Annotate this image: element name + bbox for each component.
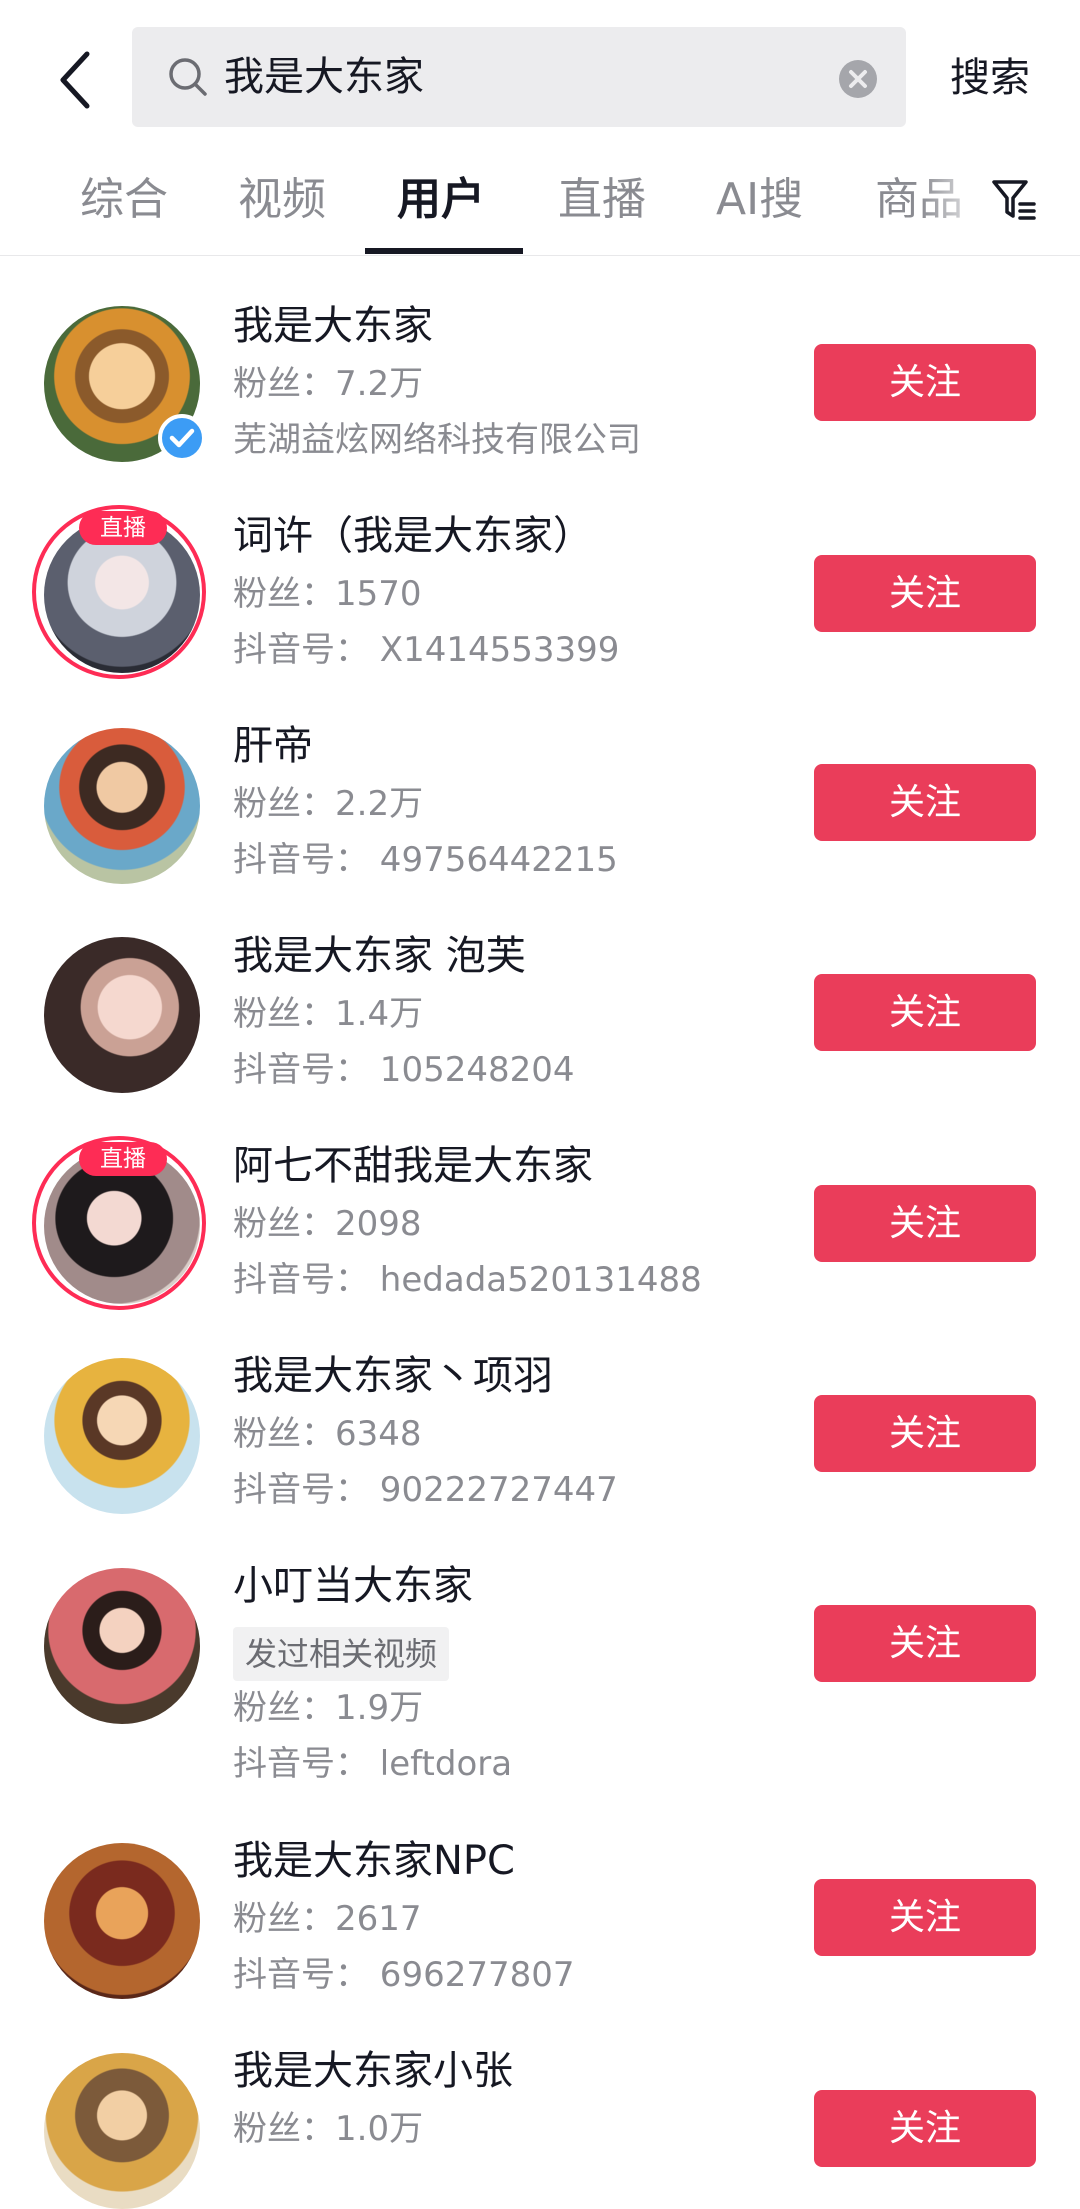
fans-count: 粉丝：2098	[233, 1204, 422, 1244]
tab-all[interactable]: 综合	[80, 152, 168, 255]
list-item[interactable]: 我是大东家NPC 粉丝：2617 抖音号： 696277807 关注	[0, 1791, 1080, 2001]
avatar[interactable]	[44, 1358, 200, 1514]
user-name: 我是大东家	[233, 303, 433, 349]
user-name: 小叮当大东家	[233, 1563, 473, 1609]
list-item[interactable]: 我是大东家 粉丝：7.2万 芜湖益炫网络科技有限公司 关注	[0, 256, 1080, 466]
fans-count: 粉丝：1570	[233, 574, 422, 614]
live-badge: 直播	[79, 1142, 167, 1176]
user-name: 我是大东家丶项羽	[233, 1353, 553, 1399]
back-button[interactable]	[40, 40, 110, 120]
user-name: 我是大东家 泡芙	[233, 933, 526, 979]
follow-button[interactable]: 关注	[814, 974, 1036, 1051]
user-name: 肝帝	[233, 723, 313, 769]
active-tab-indicator	[365, 248, 523, 254]
list-item[interactable]: 肝帝 粉丝：2.2万 抖音号： 49756442215 关注	[0, 676, 1080, 886]
fans-count: 粉丝：1.4万	[233, 994, 424, 1034]
user-detail: 抖音号： 90222727447	[233, 1470, 618, 1510]
avatar[interactable]	[44, 2053, 200, 2209]
fans-count: 粉丝：7.2万	[233, 364, 424, 404]
follow-button[interactable]: 关注	[814, 344, 1036, 421]
clear-icon[interactable]	[838, 59, 878, 99]
filter-icon[interactable]	[990, 176, 1038, 224]
user-detail: 抖音号： 696277807	[233, 1955, 575, 1995]
user-detail: 芜湖益炫网络科技有限公司	[233, 420, 641, 460]
follow-button[interactable]: 关注	[814, 1605, 1036, 1682]
user-detail: 抖音号： 105248204	[233, 1050, 575, 1090]
tab-bar: 综合 视频 用户 直播 AI搜 商品	[0, 152, 1080, 256]
follow-button[interactable]: 关注	[814, 1879, 1036, 1956]
list-item[interactable]: 直播 词许（我是大东家） 粉丝：1570 抖音号： X1414553399 关注	[0, 466, 1080, 679]
fans-count: 粉丝：2.2万	[233, 784, 424, 824]
fans-count: 粉丝：2617	[233, 1899, 422, 1939]
list-item[interactable]: 我是大东家小张 粉丝：1.0万 关注	[0, 2001, 1080, 2209]
tab-users[interactable]: 用户	[397, 152, 485, 255]
fans-count: 粉丝：1.9万	[233, 1688, 424, 1728]
user-name: 词许（我是大东家）	[233, 513, 593, 559]
search-input[interactable]: 我是大东家	[224, 27, 424, 127]
list-item[interactable]: 小叮当大东家 发过相关视频 粉丝：1.9万 抖音号： leftdora 关注	[0, 1516, 1080, 1784]
list-item[interactable]: 直播 阿七不甜我是大东家 粉丝：2098 抖音号： hedada52013148…	[0, 1096, 1080, 1310]
tab-live[interactable]: 直播	[558, 152, 646, 255]
avatar[interactable]	[44, 937, 200, 1093]
list-item[interactable]: 我是大东家 泡芙 粉丝：1.4万 抖音号： 105248204 关注	[0, 886, 1080, 1096]
search-bar[interactable]: 我是大东家	[132, 27, 906, 127]
search-button[interactable]: 搜索	[950, 30, 1030, 126]
tab-ai-search[interactable]: AI搜	[716, 152, 803, 255]
chevron-left-icon	[60, 51, 90, 109]
list-item[interactable]: 我是大东家丶项羽 粉丝：6348 抖音号： 90222727447 关注	[0, 1306, 1080, 1516]
avatar[interactable]: 直播	[32, 505, 206, 679]
search-icon	[169, 58, 207, 96]
user-detail: 抖音号： X1414553399	[233, 630, 620, 670]
avatar[interactable]: 直播	[32, 1136, 206, 1310]
user-name: 我是大东家小张	[233, 2048, 513, 2094]
avatar[interactable]	[44, 1843, 200, 1999]
follow-button[interactable]: 关注	[814, 1395, 1036, 1472]
follow-button[interactable]: 关注	[814, 555, 1036, 632]
user-detail: 抖音号： 49756442215	[233, 840, 618, 880]
related-video-tag: 发过相关视频	[233, 1627, 450, 1681]
user-detail: 抖音号： leftdora	[233, 1744, 513, 1784]
tab-fade	[920, 152, 990, 252]
avatar[interactable]	[44, 1568, 200, 1724]
follow-button[interactable]: 关注	[814, 2090, 1036, 2167]
follow-button[interactable]: 关注	[814, 1185, 1036, 1262]
follow-button[interactable]: 关注	[814, 764, 1036, 841]
fans-count: 粉丝：1.0万	[233, 2109, 424, 2149]
fans-count: 粉丝：6348	[233, 1414, 422, 1454]
live-badge: 直播	[79, 511, 167, 545]
tab-videos[interactable]: 视频	[238, 152, 326, 255]
user-detail: 抖音号： hedada520131488	[233, 1260, 702, 1300]
verified-badge-icon	[158, 414, 206, 462]
top-bar: 我是大东家 搜索	[0, 0, 1080, 152]
avatar[interactable]	[44, 306, 206, 462]
user-name: 我是大东家NPC	[233, 1838, 515, 1884]
avatar[interactable]	[44, 728, 200, 884]
user-name: 阿七不甜我是大东家	[233, 1143, 593, 1189]
